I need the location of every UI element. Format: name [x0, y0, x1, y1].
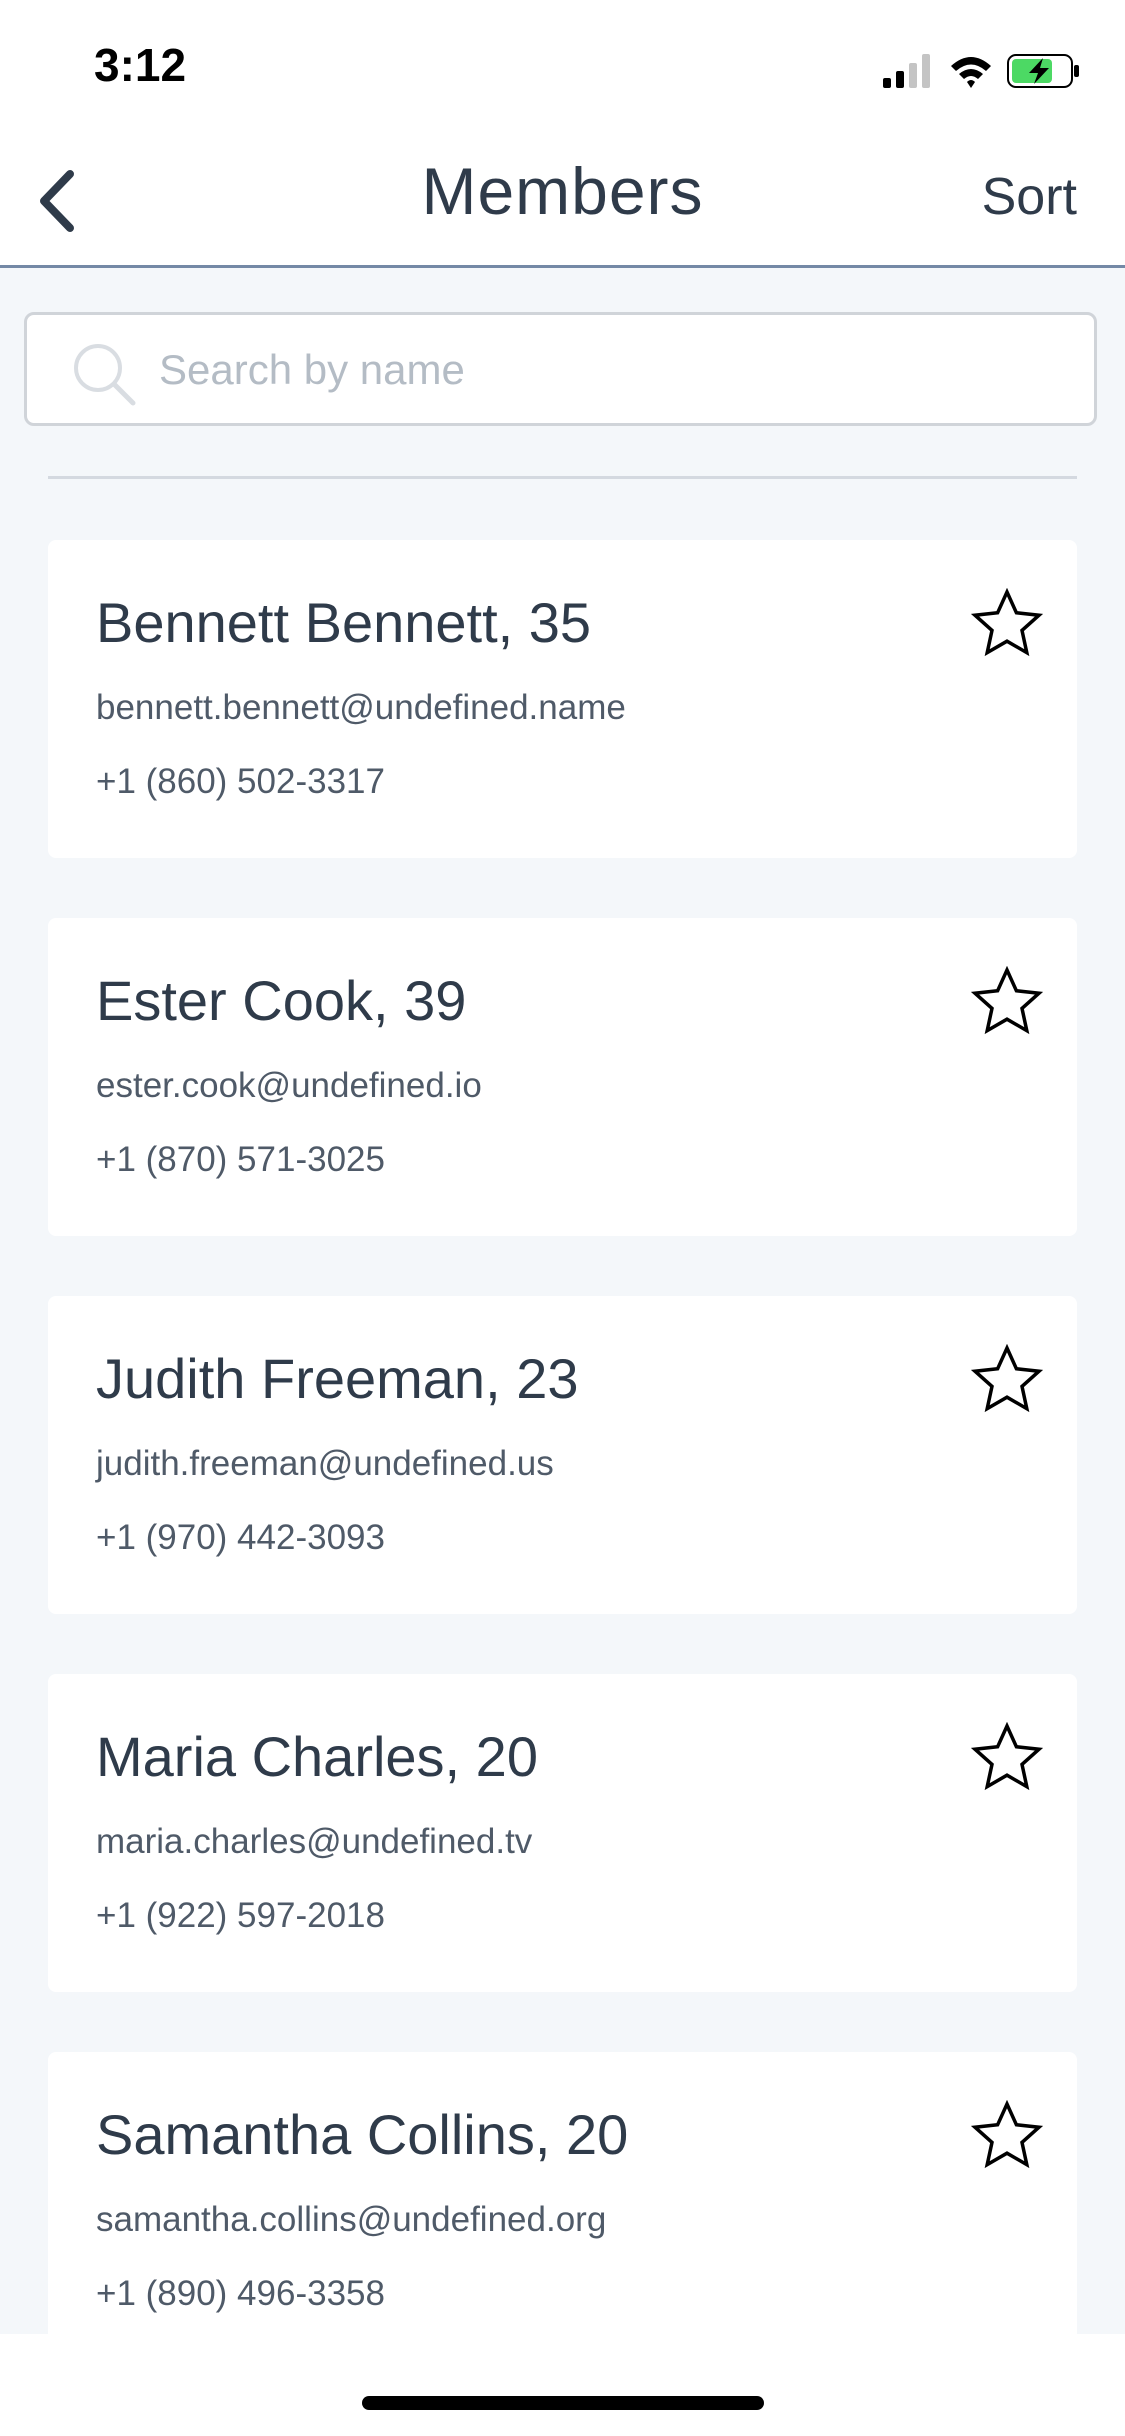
search-icon — [74, 344, 136, 406]
member-phone: +1 (870) 571-3025 — [96, 1140, 385, 1179]
member-email: judith.freeman@undefined.us — [96, 1444, 554, 1483]
member-phone: +1 (970) 442-3093 — [96, 1518, 385, 1557]
status-icons — [883, 50, 1083, 90]
member-phone: +1 (922) 597-2018 — [96, 1896, 385, 1935]
member-name: Maria Charles, 20 — [96, 1725, 538, 1788]
star-icon[interactable] — [971, 1722, 1043, 1794]
star-icon[interactable] — [971, 588, 1043, 660]
star-icon[interactable] — [971, 2100, 1043, 2172]
member-name: Samantha Collins, 20 — [96, 2103, 629, 2166]
status-time: 3:12 — [94, 39, 187, 91]
member-email: maria.charles@undefined.tv — [96, 1822, 533, 1861]
member-card[interactable]: Maria Charles, 20 maria.charles@undefine… — [48, 1674, 1077, 1992]
star-icon[interactable] — [971, 966, 1043, 1038]
divider — [48, 476, 1077, 479]
search-input[interactable] — [157, 333, 1061, 407]
page-title: Members — [421, 154, 704, 228]
status-bar: 3:12 — [0, 0, 1125, 135]
member-card[interactable]: Bennett Bennett, 35 bennett.bennett@unde… — [48, 540, 1077, 858]
battery-charging-icon — [1007, 54, 1079, 88]
wifi-icon — [951, 57, 991, 88]
member-name: Ester Cook, 39 — [96, 969, 467, 1032]
home-indicator[interactable] — [362, 2396, 764, 2410]
member-name: Bennett Bennett, 35 — [96, 591, 592, 654]
nav-bar: Members Sort — [0, 135, 1125, 268]
member-phone: +1 (890) 496-3358 — [96, 2274, 385, 2313]
search-box[interactable] — [24, 312, 1097, 426]
member-email: bennett.bennett@undefined.name — [96, 688, 626, 727]
member-name: Judith Freeman, 23 — [96, 1347, 579, 1410]
member-email: samantha.collins@undefined.org — [96, 2200, 607, 2239]
bottom-safe-area — [0, 2334, 1125, 2436]
member-phone: +1 (860) 502-3317 — [96, 762, 385, 801]
member-card[interactable]: Judith Freeman, 23 judith.freeman@undefi… — [48, 1296, 1077, 1614]
cellular-signal-icon — [883, 54, 930, 88]
members-list: Bennett Bennett, 35 bennett.bennett@unde… — [48, 540, 1077, 2430]
sort-button[interactable]: Sort — [982, 167, 1077, 227]
member-card[interactable]: Samantha Collins, 20 samantha.collins@un… — [48, 2052, 1077, 2370]
member-email: ester.cook@undefined.io — [96, 1066, 482, 1105]
star-icon[interactable] — [971, 1344, 1043, 1416]
member-card[interactable]: Ester Cook, 39 ester.cook@undefined.io +… — [48, 918, 1077, 1236]
